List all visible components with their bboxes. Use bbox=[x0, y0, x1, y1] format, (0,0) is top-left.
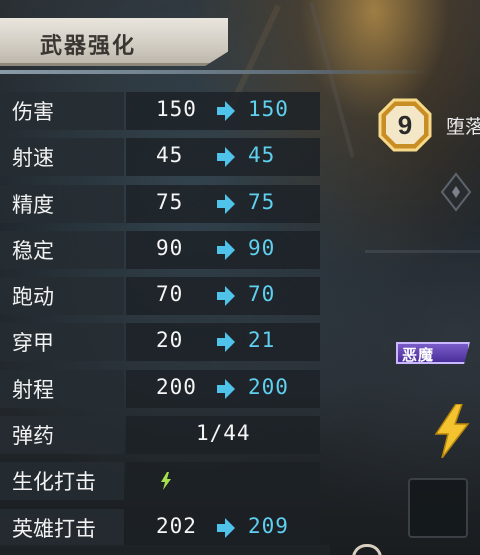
demon-tag-label: 恶魔 bbox=[402, 346, 435, 364]
stat-label: 穿甲 bbox=[0, 323, 124, 362]
stat-current-value: 70 bbox=[156, 282, 184, 307]
stat-current-value: 45 bbox=[156, 143, 184, 168]
stat-current-value: 90 bbox=[156, 235, 184, 260]
stats-panel: 伤害 150 150 射速 45 45 精度 75 75 稳定 90 90 跑动 bbox=[0, 88, 320, 551]
stat-current-value: 20 bbox=[156, 328, 184, 353]
stat-next-value: 45 bbox=[248, 143, 276, 168]
stat-row-stability: 稳定 90 90 bbox=[0, 227, 320, 273]
stat-value-cell: 20 21 bbox=[126, 323, 320, 362]
stat-value-cell: 150 150 bbox=[126, 92, 320, 130]
stat-label: 射程 bbox=[0, 369, 124, 408]
stat-value-cell: 1/44 bbox=[126, 416, 320, 455]
arrow-right-icon bbox=[217, 378, 235, 399]
stat-value-cell: 70 70 bbox=[126, 277, 320, 316]
arrow-right-icon bbox=[217, 332, 235, 353]
stat-label: 稳定 bbox=[0, 230, 124, 269]
stat-next-value: 200 bbox=[248, 374, 289, 399]
stat-row-accuracy: 精度 75 75 bbox=[0, 181, 320, 227]
arrow-right-icon bbox=[217, 101, 235, 121]
stat-label: 跑动 bbox=[0, 277, 124, 316]
lightning-icon bbox=[161, 472, 171, 491]
stat-next-value: 90 bbox=[248, 235, 276, 260]
level-badge[interactable]: 9 bbox=[378, 98, 432, 152]
stat-next-value: 150 bbox=[248, 97, 289, 121]
stat-value-cell: 90 90 bbox=[126, 230, 320, 269]
stat-row-bio-strike: 生化打击 bbox=[0, 458, 320, 504]
scroll-knob-partial bbox=[352, 544, 382, 555]
arrow-right-icon bbox=[217, 147, 235, 168]
stat-next-value: 21 bbox=[248, 328, 276, 353]
stat-label: 伤害 bbox=[0, 92, 124, 130]
stat-label: 射速 bbox=[0, 138, 124, 177]
stat-next-value: 209 bbox=[248, 513, 289, 538]
stat-label: 弹药 bbox=[0, 416, 124, 455]
stat-row-mobility: 跑动 70 70 bbox=[0, 273, 320, 319]
background-beam bbox=[365, 250, 480, 253]
arrow-right-icon bbox=[217, 517, 235, 538]
page-title: 武器强化 bbox=[40, 34, 137, 59]
arrow-right-icon bbox=[217, 193, 235, 214]
level-number: 9 bbox=[397, 109, 413, 140]
lightning-bolt-icon[interactable] bbox=[432, 404, 470, 458]
stat-value-cell: 75 75 bbox=[126, 184, 320, 223]
stat-row-range: 射程 200 200 bbox=[0, 366, 320, 412]
stat-value-cell: 200 200 bbox=[126, 369, 320, 408]
stat-row-penetration: 穿甲 20 21 bbox=[0, 319, 320, 365]
stat-next-value: 70 bbox=[248, 282, 276, 307]
diamond-slot-icon[interactable] bbox=[440, 172, 472, 212]
stat-value-cell: 202 209 bbox=[126, 508, 320, 547]
demon-tag-badge: 恶魔 bbox=[396, 342, 470, 364]
stat-label: 生化打击 bbox=[0, 462, 124, 501]
weapon-name-partial: 堕落 bbox=[446, 116, 480, 138]
arrow-right-icon bbox=[217, 286, 235, 307]
empty-item-slot[interactable] bbox=[408, 478, 468, 538]
stat-current-value: 150 bbox=[156, 97, 197, 121]
stat-current-value: 75 bbox=[156, 189, 184, 214]
stat-current-value: 200 bbox=[156, 374, 197, 399]
stat-current-value: 202 bbox=[156, 513, 197, 538]
stat-next-value: 75 bbox=[248, 189, 276, 214]
header-divider bbox=[0, 70, 430, 74]
header-tab: 武器强化 bbox=[0, 18, 228, 66]
stat-value-cell: 45 45 bbox=[126, 138, 320, 177]
stat-row-firerate: 射速 45 45 bbox=[0, 134, 320, 180]
stat-label: 精度 bbox=[0, 184, 124, 223]
stat-row-damage: 伤害 150 150 bbox=[0, 88, 320, 134]
arrow-right-icon bbox=[217, 239, 235, 260]
next-row-partial bbox=[0, 545, 330, 555]
stat-label: 英雄打击 bbox=[0, 508, 124, 547]
stat-row-ammo: 弹药 1/44 bbox=[0, 412, 320, 458]
stat-value-cell bbox=[126, 462, 320, 501]
stat-ammo-value: 1/44 bbox=[196, 421, 251, 446]
